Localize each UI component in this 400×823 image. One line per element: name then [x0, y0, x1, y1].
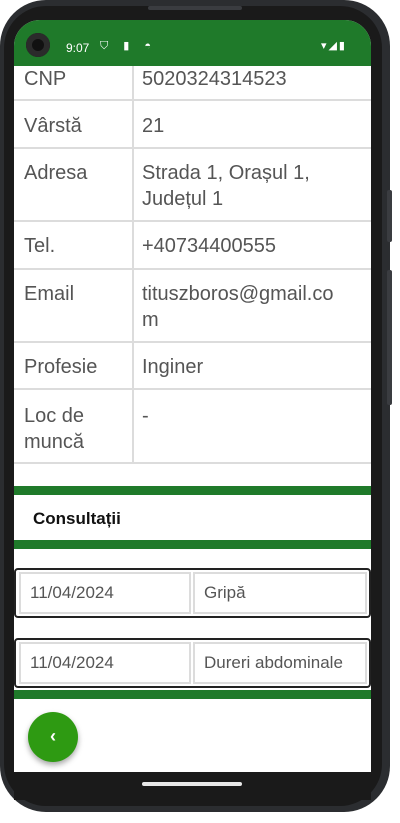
notification-icons: ⛉ ▮ ◓: [100, 40, 158, 52]
home-indicator[interactable]: [142, 782, 242, 786]
chevron-left-icon: ‹: [50, 726, 56, 746]
section-divider: [14, 486, 371, 495]
back-button[interactable]: ‹: [28, 712, 78, 762]
info-value: 5020324314523: [142, 68, 287, 90]
info-row-email: Email tituszboros@gmail.com: [14, 270, 371, 343]
info-label: Tel.: [24, 235, 56, 257]
info-row-profession: Profesie Inginer: [14, 343, 371, 390]
app-screen: 9:07 ⛉ ▮ ◓ ▾◢▮ CNP 5020324314523 Vârstă …: [14, 20, 371, 772]
section-divider: [14, 690, 371, 699]
phone-speaker: [148, 6, 242, 10]
consultation-item[interactable]: 11/04/2024 Gripă: [14, 568, 371, 618]
navigation-bar: [14, 772, 371, 800]
status-time: 9:07: [66, 41, 90, 55]
info-row-cnp: CNP 5020324314523: [14, 66, 371, 101]
info-value: -: [142, 405, 149, 427]
info-row-age: Vârstă 21: [14, 101, 371, 149]
info-label: Email: [24, 283, 75, 305]
status-bar: 9:07 ⛉ ▮ ◓ ▾◢▮: [14, 20, 371, 66]
consultation-description: Dureri abdominale: [193, 642, 367, 684]
info-value: 21: [142, 115, 165, 137]
consultation-date: 11/04/2024: [19, 572, 191, 614]
info-row-phone: Tel. +40734400555: [14, 222, 371, 270]
consultation-description: Gripă: [193, 572, 367, 614]
info-row-workplace: Loc de muncă -: [14, 390, 371, 464]
camera-icon: [26, 33, 50, 57]
info-label: CNP: [24, 68, 67, 90]
info-value: Inginer: [142, 356, 204, 378]
info-label: Loc de muncă: [24, 405, 85, 453]
info-label: Adresa: [24, 162, 88, 184]
info-label: Vârstă: [24, 115, 82, 137]
consultation-date: 11/04/2024: [19, 642, 191, 684]
consultation-item[interactable]: 11/04/2024 Dureri abdominale: [14, 638, 371, 688]
info-row-address: Adresa Strada 1, Orașul 1, Județul 1: [14, 149, 371, 222]
volume-button: [387, 270, 392, 405]
power-button: [387, 190, 392, 242]
info-value: tituszboros@gmail.com: [142, 283, 334, 331]
info-value: Strada 1, Orașul 1, Județul 1: [142, 162, 310, 210]
section-divider: [14, 540, 371, 549]
signal-battery-icons: ▾◢▮: [320, 40, 347, 52]
info-value: +40734400555: [142, 235, 277, 257]
info-label: Profesie: [24, 356, 98, 378]
section-title: Consultații: [33, 509, 121, 528]
